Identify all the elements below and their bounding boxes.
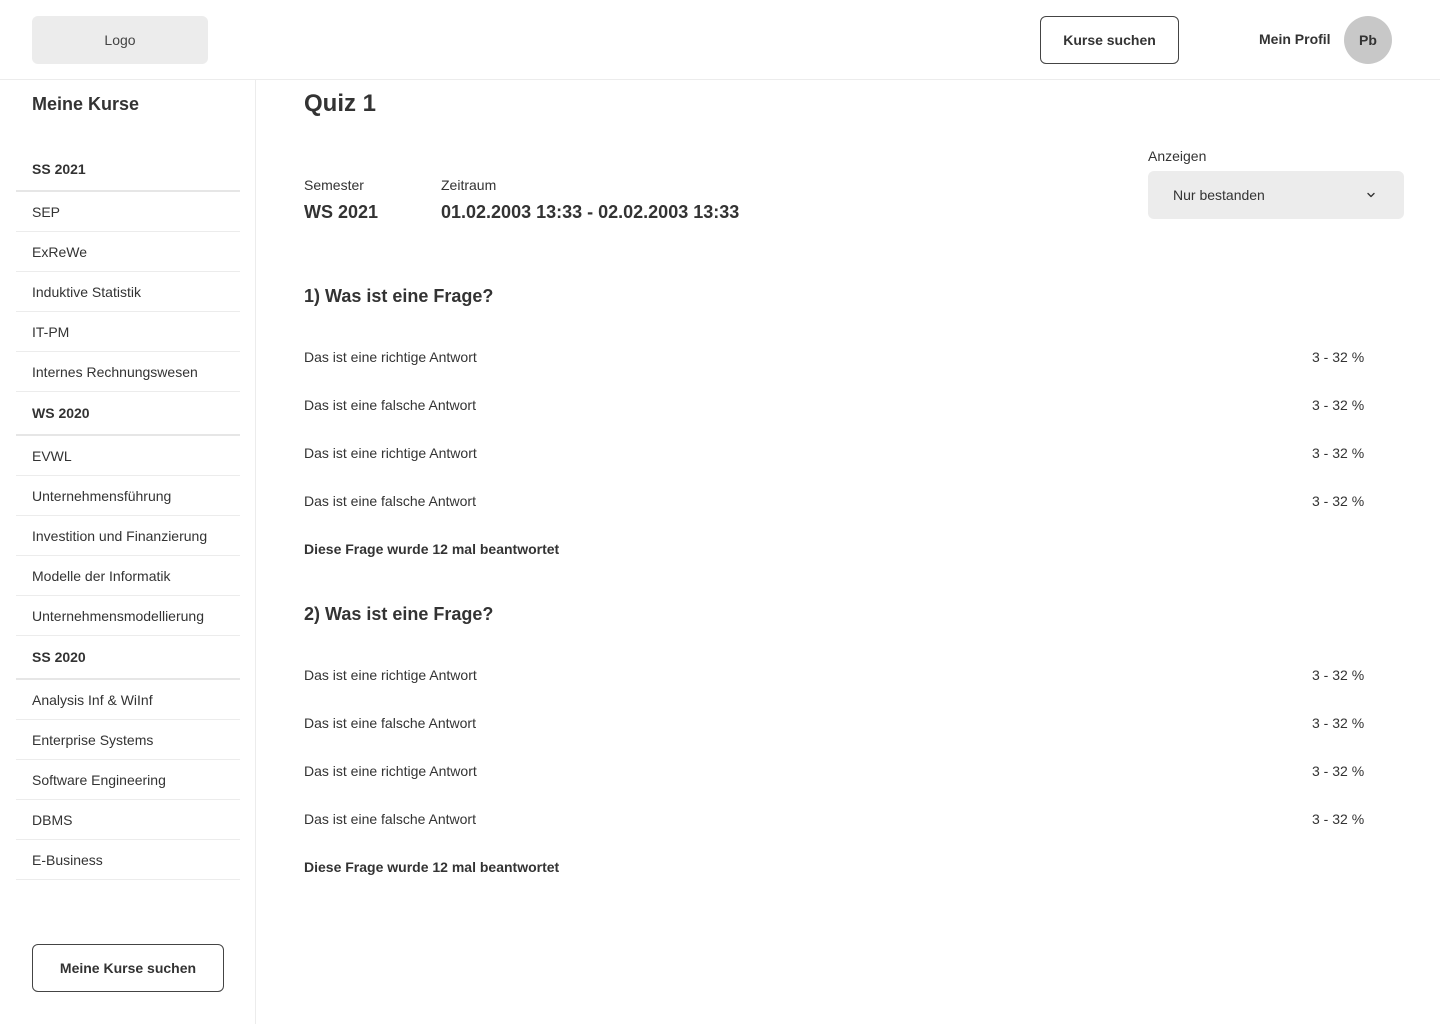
semester-heading: SS 2021 [16, 148, 240, 192]
semester-heading: WS 2020 [16, 392, 240, 436]
answer-row: Das ist eine falsche Antwort 3 - 32 % [304, 811, 1404, 859]
period-value: 01.02.2003 13:33 - 02.02.2003 13:33 [441, 202, 740, 222]
sidebar-title: Meine Kurse [32, 94, 140, 114]
answer-result: 3 - 32 % [1312, 349, 1365, 365]
sidebar-item-enterprise-systems[interactable]: Enterprise Systems [16, 720, 240, 760]
answer-row: Das ist eine richtige Antwort 3 - 32 % [304, 763, 1404, 811]
sidebar-item-e-business[interactable]: E-Business [16, 840, 240, 880]
sidebar-item-internes-rechnungswesen[interactable]: Internes Rechnungswesen [16, 352, 240, 392]
question-title: 2) Was ist eine Frage? [304, 604, 494, 624]
answer-text: Das ist eine falsche Antwort [304, 493, 476, 509]
answer-list: Das ist eine richtige Antwort 3 - 32 % D… [304, 667, 1404, 859]
semester-label: Semester [304, 177, 364, 193]
answer-text: Das ist eine richtige Antwort [304, 445, 477, 461]
answer-result: 3 - 32 % [1312, 667, 1365, 683]
question-answer-count: Diese Frage wurde 12 mal beantwortet [304, 541, 560, 557]
question-title: 1) Was ist eine Frage? [304, 286, 494, 306]
answer-row: Das ist eine richtige Antwort 3 - 32 % [304, 667, 1404, 715]
answer-text: Das ist eine falsche Antwort [304, 811, 476, 827]
search-my-courses-button[interactable]: Meine Kurse suchen [32, 944, 224, 992]
answer-row: Das ist eine richtige Antwort 3 - 32 % [304, 349, 1404, 397]
answer-list: Das ist eine richtige Antwort 3 - 32 % D… [304, 349, 1404, 541]
chevron-down-icon [1367, 192, 1375, 198]
filter-label: Anzeigen [1148, 148, 1207, 164]
question-block: 1) Was ist eine Frage? Das ist eine rich… [304, 286, 1404, 557]
answer-text: Das ist eine falsche Antwort [304, 715, 476, 731]
question-block: 2) Was ist eine Frage? Das ist eine rich… [304, 604, 1404, 875]
period-label: Zeitraum [441, 177, 497, 193]
search-courses-button[interactable]: Kurse suchen [1040, 16, 1179, 64]
answer-row: Das ist eine falsche Antwort 3 - 32 % [304, 397, 1404, 445]
sidebar-item-unternehmensmodellierung[interactable]: Unternehmensmodellierung [16, 596, 240, 636]
course-list: SS 2021 SEP ExReWe Induktive Statistik I… [16, 148, 240, 880]
answer-text: Das ist eine richtige Antwort [304, 667, 477, 683]
filter-dropdown[interactable]: Nur bestanden [1148, 171, 1404, 219]
answer-row: Das ist eine falsche Antwort 3 - 32 % [304, 493, 1404, 541]
answer-row: Das ist eine richtige Antwort 3 - 32 % [304, 445, 1404, 493]
semester-heading: SS 2020 [16, 636, 240, 680]
sidebar-item-unternehmensfuehrung[interactable]: Unternehmensführung [16, 476, 240, 516]
logo[interactable]: Logo [32, 16, 208, 64]
answer-result: 3 - 32 % [1312, 445, 1365, 461]
answer-result: 3 - 32 % [1312, 397, 1365, 413]
answer-result: 3 - 32 % [1312, 493, 1365, 509]
sidebar-item-modelle-der-informatik[interactable]: Modelle der Informatik [16, 556, 240, 596]
sidebar-item-software-engineering[interactable]: Software Engineering [16, 760, 240, 800]
filter-selected-value: Nur bestanden [1173, 187, 1265, 203]
sidebar-item-analysis[interactable]: Analysis Inf & WiInf [16, 680, 240, 720]
answer-result: 3 - 32 % [1312, 811, 1365, 827]
sidebar-item-exrewe[interactable]: ExReWe [16, 232, 240, 272]
semester-value: WS 2021 [304, 202, 379, 222]
avatar[interactable]: Pb [1344, 16, 1392, 64]
page-title: Quiz 1 [304, 90, 377, 117]
answer-result: 3 - 32 % [1312, 763, 1365, 779]
sidebar-item-investition-und-finanzierung[interactable]: Investition und Finanzierung [16, 516, 240, 556]
top-bar: Logo Kurse suchen Mein Profil Pb [0, 0, 1440, 80]
answer-row: Das ist eine falsche Antwort 3 - 32 % [304, 715, 1404, 763]
question-answer-count: Diese Frage wurde 12 mal beantwortet [304, 859, 560, 875]
sidebar-item-evwl[interactable]: EVWL [16, 436, 240, 476]
sidebar-item-dbms[interactable]: DBMS [16, 800, 240, 840]
answer-result: 3 - 32 % [1312, 715, 1365, 731]
sidebar-item-it-pm[interactable]: IT-PM [16, 312, 240, 352]
answer-text: Das ist eine richtige Antwort [304, 763, 477, 779]
answer-text: Das ist eine falsche Antwort [304, 397, 476, 413]
sidebar-item-sep[interactable]: SEP [16, 192, 240, 232]
answer-text: Das ist eine richtige Antwort [304, 349, 477, 365]
sidebar-item-induktive-statistik[interactable]: Induktive Statistik [16, 272, 240, 312]
main-content: Quiz 1 Semester WS 2021 Zeitraum 01.02.2… [304, 80, 1404, 1024]
sidebar: Meine Kurse SS 2021 SEP ExReWe Induktive… [0, 80, 256, 1024]
profile-link[interactable]: Mein Profil [1259, 31, 1331, 47]
